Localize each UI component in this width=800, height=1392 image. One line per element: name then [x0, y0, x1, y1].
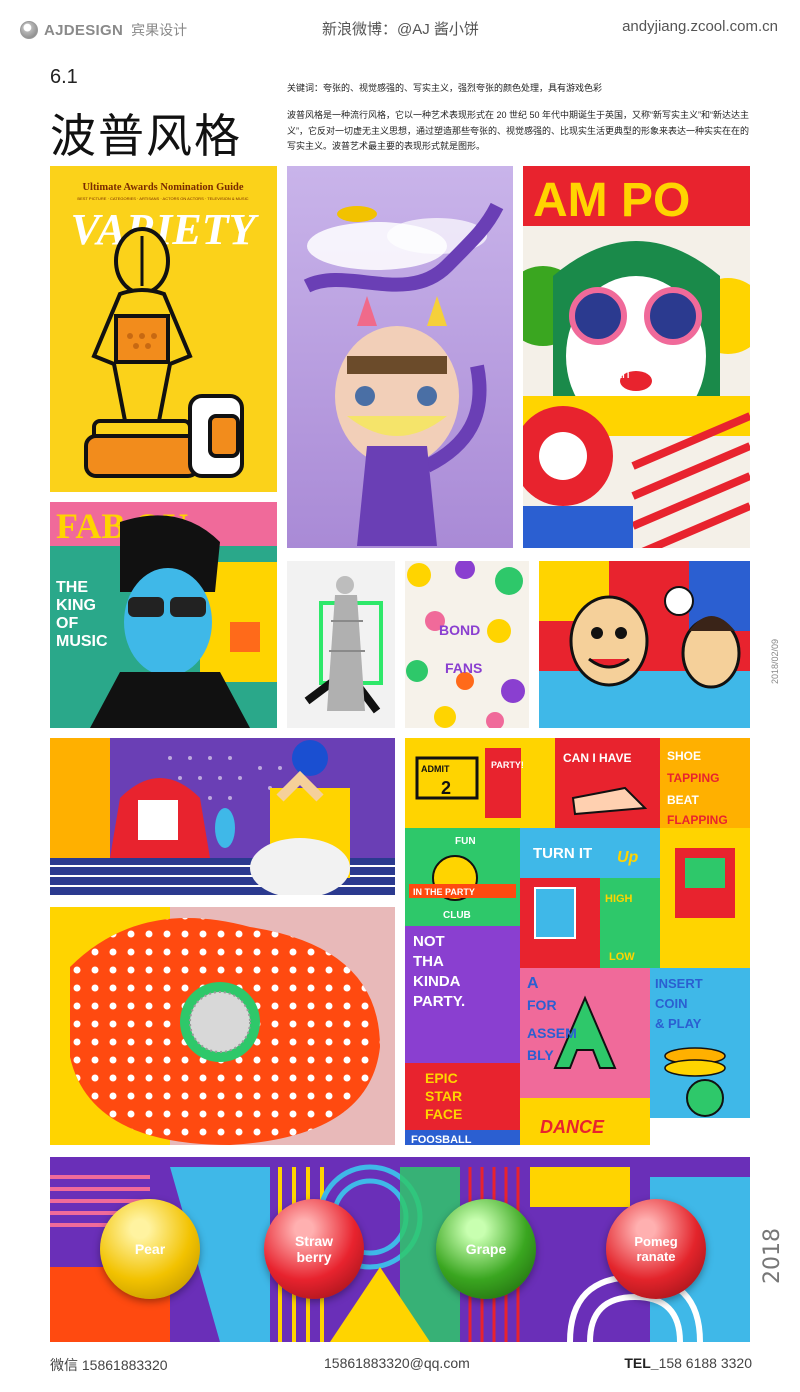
poster-shoe-3: BEAT: [667, 793, 699, 807]
brand-name-cn: 宾果设计: [131, 22, 188, 38]
poster-in-the-party: IN THE PARTY: [413, 887, 475, 897]
poster-dance: DANCE: [540, 1117, 605, 1137]
weibo-handle: 新浪微博：@AJ 酱小饼: [322, 21, 479, 38]
fruit-label-pear: Pear: [134, 1241, 166, 1257]
fruit-label-strawberry: Straw berry: [294, 1233, 334, 1265]
tile-polka-flower: [50, 907, 395, 1145]
poster-shoe-2: TAPPING: [667, 771, 719, 785]
tile-surreal-baby: [287, 166, 513, 548]
variety-tagline: BEST PICTURE · CATEGORIES · ARTISANS · A…: [77, 196, 248, 201]
fruit-button-pear[interactable]: Pear: [100, 1199, 200, 1299]
footer-tel-number: 158 6188 3320: [658, 1355, 752, 1371]
fruit-label-pomegranate: Pomeg ranate: [634, 1234, 678, 1264]
side-year: 2018: [760, 1228, 785, 1284]
music-line-4: MUSIC: [56, 633, 108, 650]
fruit-button-grape[interactable]: Grape: [436, 1199, 536, 1299]
bond-line-2: FANS: [445, 660, 482, 676]
page-title: 波普风格: [50, 109, 242, 163]
tile-poster-grid: ADMIT 2 PARTY! CAN I HAVE SHOE TAPPING B…: [405, 738, 750, 1145]
tile-king-of-music: FAB OU THE KING OF MUSIC: [50, 502, 277, 728]
fruit-button-strawberry[interactable]: Straw berry: [264, 1199, 364, 1299]
poster-can-i-have: CAN I HAVE: [563, 751, 631, 765]
poster-not-2: THA: [413, 953, 444, 970]
poster-assembly-3: ASSEM: [527, 1025, 577, 1041]
poster-coin-1: INSERT: [655, 976, 703, 991]
logo-icon: [20, 21, 38, 39]
poster-not-1: NOT: [413, 933, 445, 950]
poster-low: LOW: [609, 951, 635, 963]
page-header: AJDESIGN 宾果设计 新浪微博：@AJ 酱小饼 andyjiang.zco…: [0, 14, 800, 48]
poster-admit-number: 2: [441, 778, 451, 798]
footer-tel-label: TEL_: [624, 1355, 659, 1371]
poster-coin-2: COIN: [655, 996, 688, 1011]
brand-logo: AJDESIGN 宾果设计: [20, 20, 187, 40]
poster-club: CLUB: [443, 910, 471, 921]
poster-assembly-1: A: [527, 975, 539, 992]
music-line-1: THE: [56, 579, 88, 596]
footer-email[interactable]: 15861883320@qq.com: [324, 1355, 470, 1371]
tile-red-chair: [50, 738, 395, 895]
tile-variety-cover: Ultimate Awards Nomination Guide VARIETY…: [50, 166, 277, 492]
poster-assembly-2: FOR: [527, 997, 557, 1013]
poster-up: Up: [617, 849, 639, 866]
variety-guide-text: Ultimate Awards Nomination Guide: [82, 182, 243, 193]
keywords-line: 关键词：夸张的、视觉感强的、写实主义，强烈夸张的颜色处理，具有游戏色彩: [287, 83, 603, 93]
description-paragraph: 波普风格是一种流行风格，它以一种艺术表现形式在 20 世纪 50 年代中期诞生于…: [287, 110, 750, 151]
fruit-button-pomegranate[interactable]: Pomeg ranate: [606, 1199, 706, 1299]
side-date: 2018/02/09: [770, 638, 780, 684]
site-url: andyjiang.zcool.com.cn: [622, 18, 778, 35]
poster-turn-it: TURN IT: [533, 845, 592, 862]
music-line-3: OF: [56, 615, 78, 632]
poster-coin-3: & PLAY: [655, 1016, 702, 1031]
poster-admit: ADMIT: [421, 764, 450, 774]
footer-wechat: 微信 15861883320: [50, 1357, 168, 1373]
poster-not-3: KINDA: [413, 973, 461, 990]
poster-epic-1: EPIC: [425, 1070, 458, 1086]
poster-not-4: PARTY.: [413, 993, 465, 1010]
poster-shoe-1: SHOE: [667, 749, 701, 763]
tile-bond-fans: BOND FANS: [405, 561, 529, 728]
woman-headline: AM PO: [533, 174, 690, 227]
section-number: 6.1: [50, 66, 78, 88]
brand-name: AJDESIGN: [44, 21, 124, 39]
poster-fun: FUN: [455, 836, 476, 847]
fruit-label-grape: Grape: [465, 1241, 507, 1257]
poster-party: PARTY!: [491, 760, 524, 770]
poster-epic-2: STAR: [425, 1088, 462, 1104]
poster-epic-3: FACE: [425, 1106, 462, 1122]
footer-tel: TEL_158 6188 3320: [624, 1355, 752, 1371]
tile-statue: [287, 561, 395, 728]
poster-assembly-4: BLY: [527, 1047, 554, 1063]
bond-line-1: BOND: [439, 622, 480, 638]
tile-fruit-banner: Pear Straw berry Grape Pomeg ranate: [50, 1157, 750, 1342]
tile-comic-faces: [539, 561, 750, 728]
poster-foosball: FOOSBALL: [411, 1134, 472, 1145]
music-line-2: KING: [56, 597, 96, 614]
tile-sunglasses-woman: AM PO th: [523, 166, 750, 548]
poster-shoe-4: FLAPPING: [667, 813, 728, 827]
woman-badge: th: [618, 365, 630, 381]
poster-high: HIGH: [605, 893, 633, 905]
